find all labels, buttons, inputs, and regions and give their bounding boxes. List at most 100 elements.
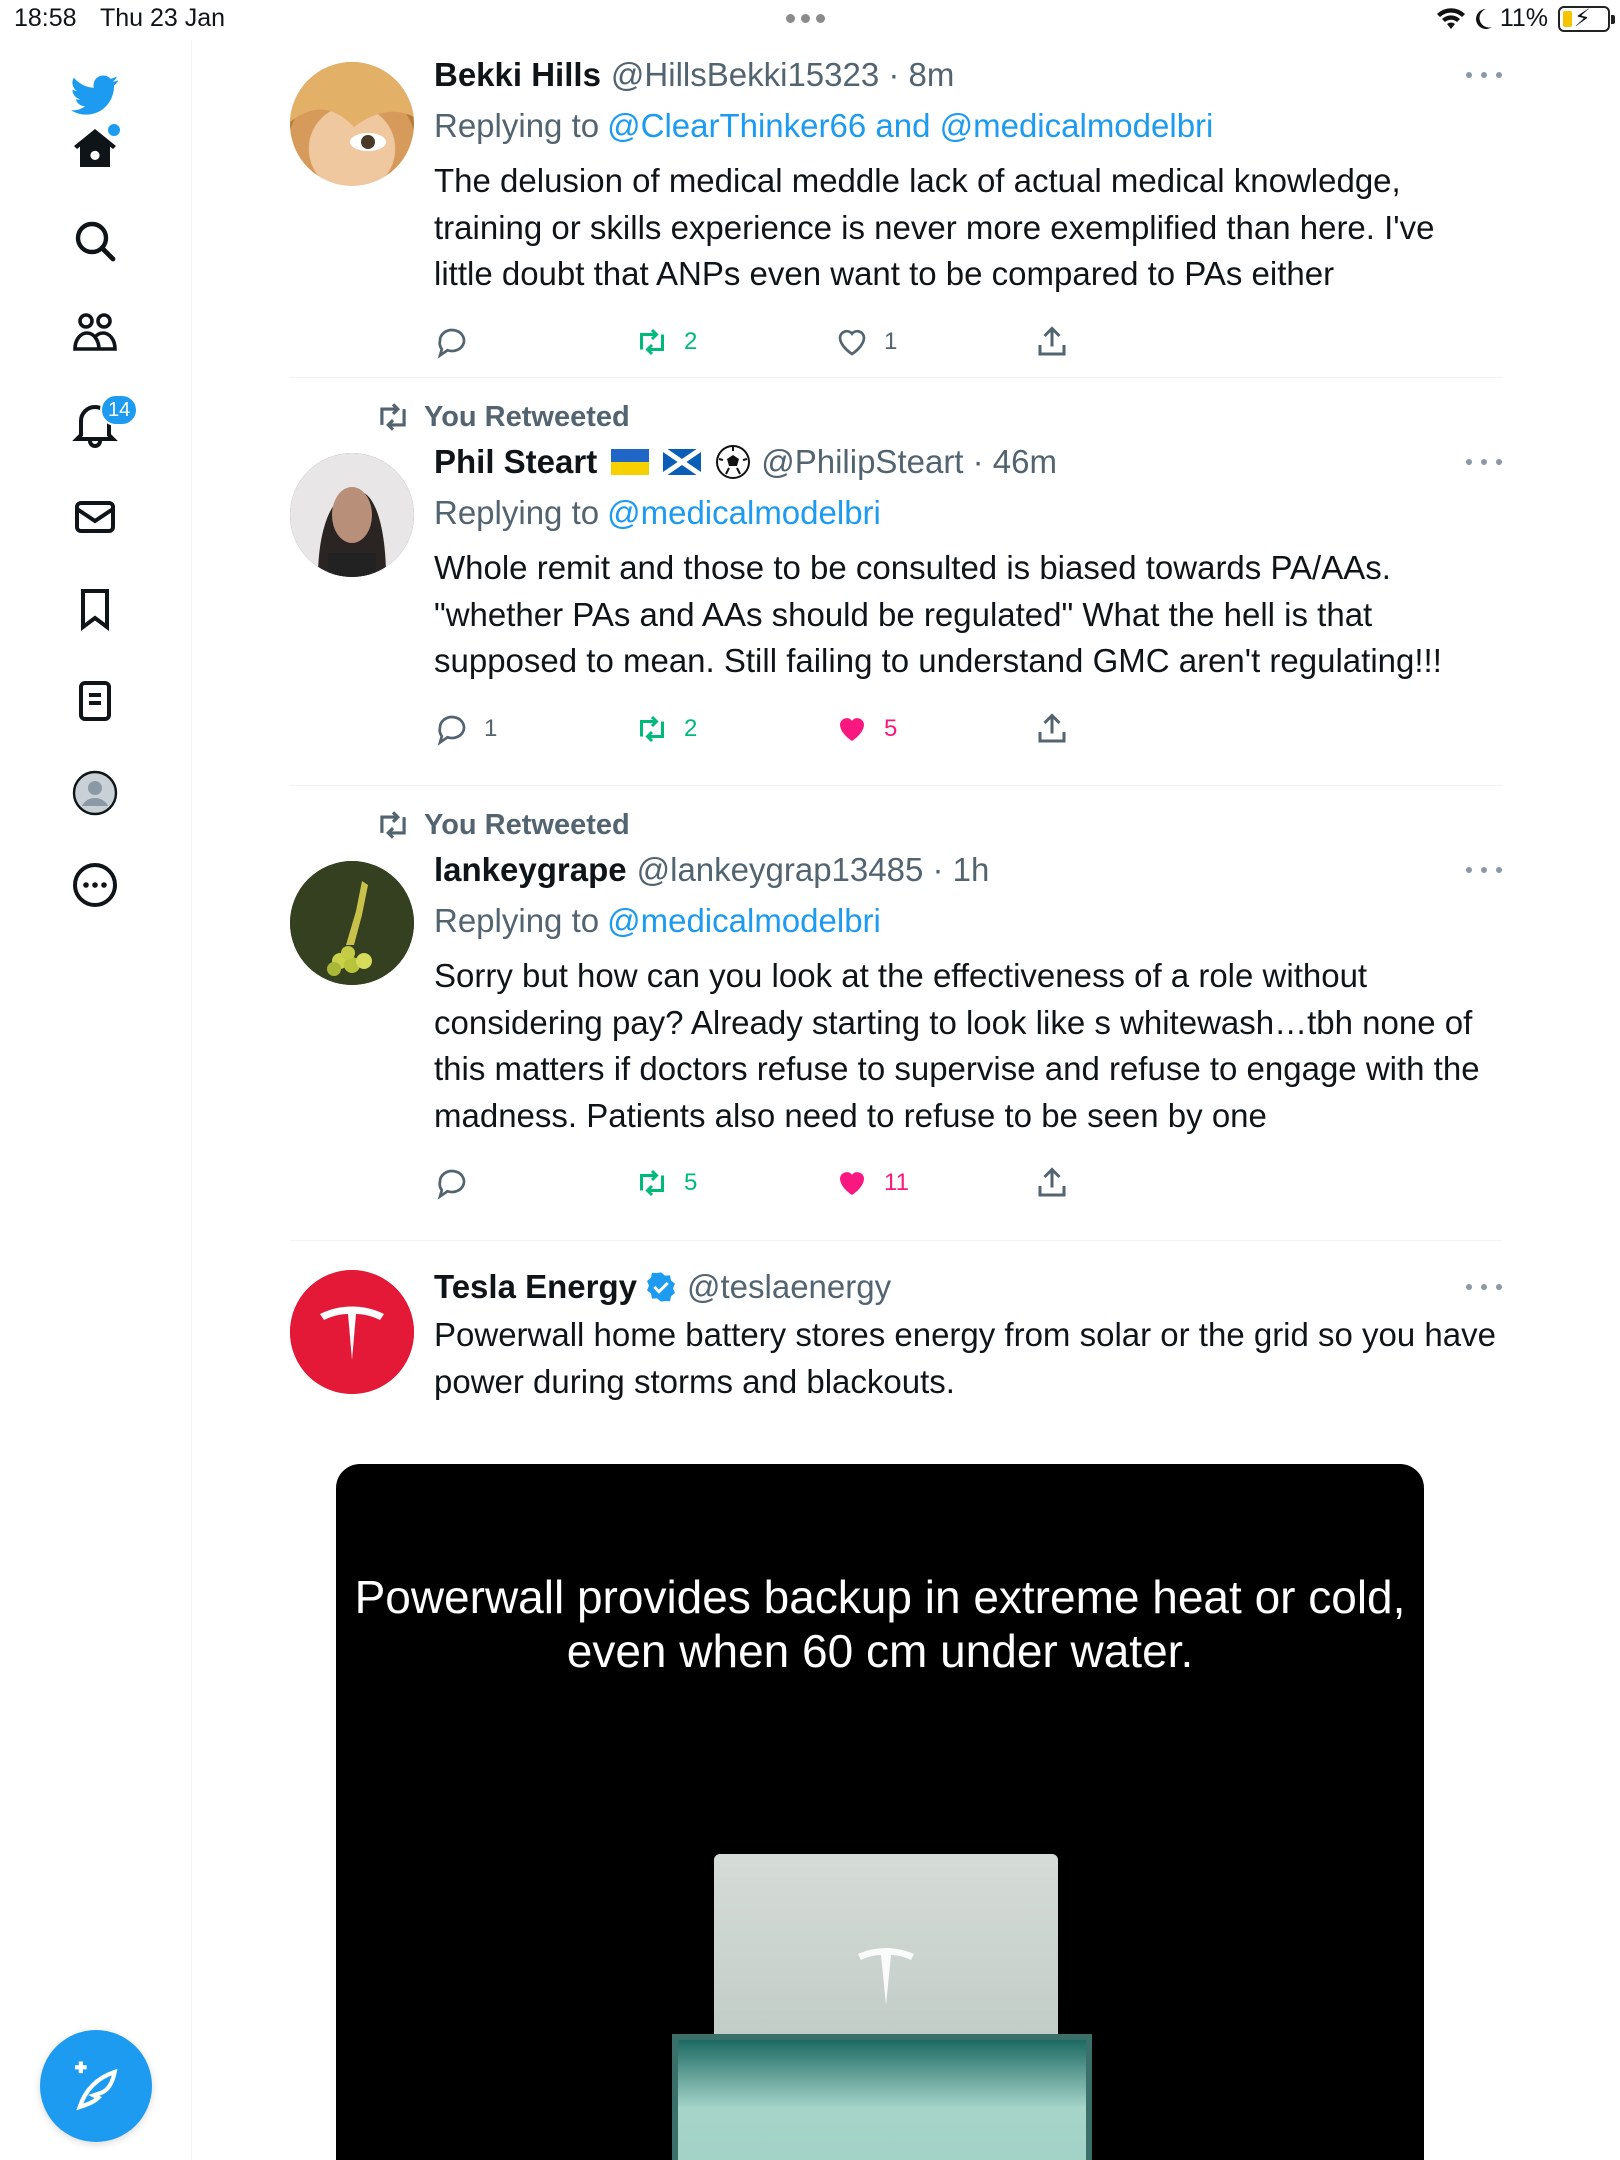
replying-to-link[interactable]: @medicalmodelbri (607, 902, 881, 940)
like-button[interactable]: 11 (834, 1153, 909, 1213)
reply-button[interactable] (434, 312, 484, 372)
replying-to-link[interactable]: @ClearThinker66 and @medicalmodelbri (607, 107, 1213, 145)
nav-notifications[interactable]: 14 (60, 390, 139, 460)
share-icon (1038, 1167, 1066, 1197)
communities-icon (73, 313, 117, 351)
avatar[interactable] (290, 62, 414, 186)
heart-filled-icon (840, 1172, 864, 1195)
author-handle[interactable]: @PhilipSteart · 46m (761, 443, 1057, 481)
divider (290, 1240, 1502, 1241)
tweet[interactable]: Bekki Hills @HillsBekki15323 · 8m Replyi… (290, 50, 1502, 380)
compose-tweet-button[interactable] (40, 2030, 152, 2142)
search-icon (75, 221, 116, 262)
retweet-button[interactable]: 2 (634, 312, 697, 372)
media-caption-text: Powerwall provides backup in extreme hea… (354, 1571, 1406, 1677)
tweet-text: The delusion of medical meddle lack of a… (434, 162, 1435, 292)
share-icon (1038, 325, 1066, 355)
tweet-more-icon[interactable] (1466, 1272, 1502, 1302)
profile-avatar-icon (72, 770, 118, 816)
share-icon (1038, 712, 1066, 742)
nav-lists[interactable] (60, 666, 130, 736)
status-bar: 18:58 Thu 23 Jan 11% ⚡ (0, 0, 1620, 40)
more-circle-icon (73, 863, 117, 907)
avatar[interactable] (290, 453, 414, 577)
battery-percent: 11% (1499, 4, 1548, 32)
tesla-logo-icon (858, 1948, 914, 2005)
author-handle[interactable]: @HillsBekki15323 · 8m (611, 56, 954, 94)
date: Thu 23 Jan (100, 4, 226, 32)
reply-button[interactable]: 1 (434, 699, 497, 759)
retweet-icon (640, 328, 664, 355)
like-button[interactable]: 5 (834, 699, 897, 759)
author-name[interactable]: Bekki Hills (434, 56, 601, 94)
nav-more[interactable] (60, 850, 130, 920)
lists-icon (79, 681, 111, 721)
tweet-text: Sorry but how can you look at the effect… (434, 957, 1480, 1134)
battery-icon: ⚡ (1558, 5, 1615, 32)
mail-icon (75, 501, 115, 533)
wifi-icon (1436, 7, 1465, 29)
tweet-actions: 5 11 (434, 1153, 1502, 1213)
divider (290, 377, 1502, 378)
tweet-more-icon[interactable] (1466, 855, 1502, 885)
tweet-text: Whole remit and those to be consulted is… (434, 549, 1442, 679)
reply-button[interactable] (434, 1153, 484, 1213)
nav-messages[interactable] (60, 482, 130, 552)
home-unread-dot (108, 124, 120, 136)
heart-filled-icon (840, 717, 864, 741)
tweet-more-icon[interactable] (1466, 60, 1502, 90)
retweeted-indicator: You Retweeted (374, 805, 1502, 845)
author-name[interactable]: Phil Steart (434, 443, 597, 481)
tweet[interactable]: You Retweeted lankeygrape @lankeygrap134… (290, 805, 1502, 1265)
multitasking-dots-icon[interactable] (786, 8, 832, 28)
scotland-flag-icon (663, 449, 702, 475)
retweet-small-icon (380, 811, 406, 839)
divider (290, 785, 1502, 786)
replying-to-link[interactable]: @medicalmodelbri (607, 494, 881, 532)
avatar[interactable] (290, 861, 414, 985)
author-handle[interactable]: @lankeygrap13485 · 1h (637, 851, 990, 889)
reply-icon (437, 328, 466, 359)
retweet-button[interactable]: 5 (634, 1153, 697, 1213)
retweeted-indicator: You Retweeted (374, 397, 1502, 437)
heart-outline-icon (838, 329, 866, 356)
name-emoji-flags (611, 444, 751, 480)
retweet-icon (640, 715, 664, 742)
replying-to: Replying to @ClearThinker66 and @medical… (434, 107, 1214, 145)
avatar[interactable] (290, 1270, 414, 1394)
timeline: Bekki Hills @HillsBekki15323 · 8m Replyi… (192, 40, 1620, 2160)
nav-bookmarks[interactable] (60, 574, 130, 644)
nav-profile[interactable] (60, 758, 130, 828)
clock: 18:58 (14, 4, 77, 32)
tweet-text: Powerwall home battery stores energy fro… (434, 1316, 1496, 1400)
water-tank (672, 2034, 1092, 2160)
ukraine-flag-icon (611, 449, 650, 475)
author-handle[interactable]: @teslaenergy (687, 1268, 891, 1306)
retweet-button[interactable]: 2 (634, 699, 697, 759)
retweet-small-icon (380, 403, 406, 431)
tweet-actions: 1 2 5 (434, 699, 1502, 759)
author-name[interactable]: lankeygrape (434, 851, 627, 889)
reply-icon (437, 1169, 466, 1200)
football-icon (716, 445, 751, 479)
author-name[interactable]: Tesla Energy (434, 1268, 637, 1306)
compose-feather-icon (75, 2061, 118, 2111)
share-button[interactable] (1034, 699, 1070, 759)
tweet-actions: 2 1 (434, 312, 1502, 372)
tweet-media-video[interactable]: Powerwall provides backup in extreme hea… (336, 1464, 1424, 2160)
nav-search[interactable] (60, 206, 130, 276)
share-button[interactable] (1034, 312, 1070, 372)
replying-to: Replying to @medicalmodelbri (434, 494, 881, 532)
tweet[interactable]: You Retweeted Phil Steart @PhilipSteart … (290, 397, 1502, 797)
share-button[interactable] (1034, 1153, 1070, 1213)
tweet-more-icon[interactable] (1466, 447, 1502, 477)
reply-icon (437, 715, 466, 746)
moon-icon (1475, 8, 1492, 29)
nav-home[interactable] (60, 114, 130, 184)
retweet-icon (640, 1169, 664, 1197)
bookmark-icon (81, 589, 109, 631)
like-button[interactable]: 1 (834, 312, 897, 372)
nav-communities[interactable] (60, 298, 130, 368)
replying-to: Replying to @medicalmodelbri (434, 902, 881, 940)
sidebar: 14 (0, 40, 192, 2160)
